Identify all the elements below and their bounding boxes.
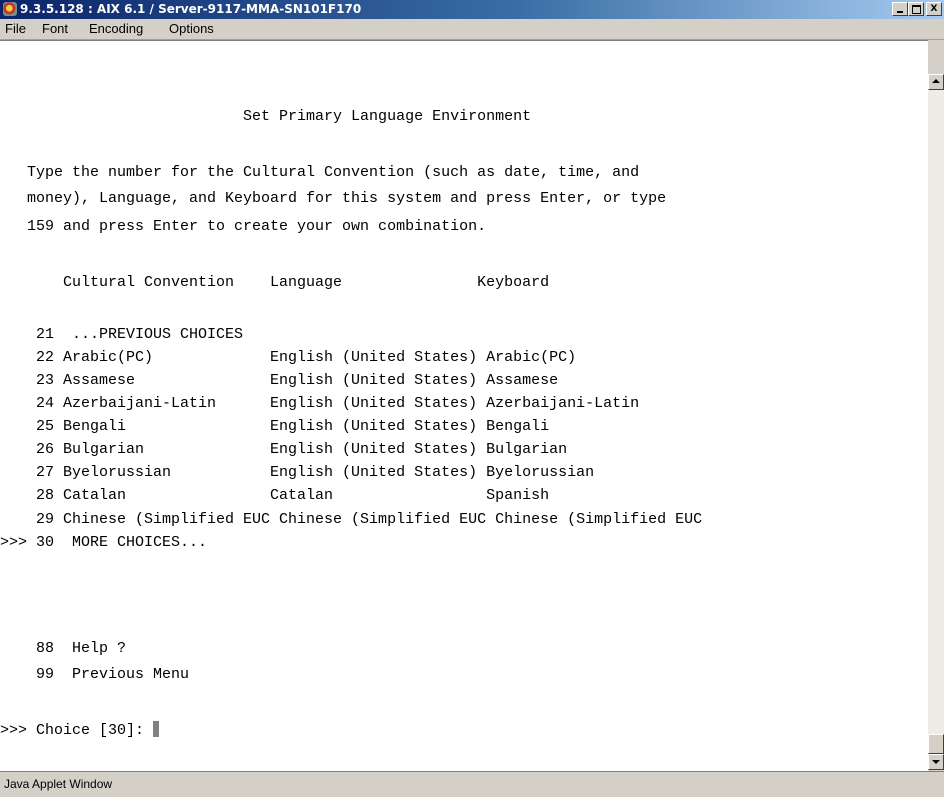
choice-row: 21 ...PREVIOUS CHOICES [0,326,244,343]
choice-prompt-line[interactable]: >>> Choice [30]: [0,721,160,741]
text-cursor [153,721,160,737]
menu-font[interactable]: Font [42,21,68,37]
choice-prompt: >>> Choice [30]: [0,722,154,739]
previous-menu-option: 99 Previous Menu [0,666,190,683]
minimize-icon [897,11,903,13]
choice-row: 23 Assamese English (United States) Assa… [0,372,559,389]
vertical-scrollbar[interactable] [928,74,944,770]
window-title: 9.3.5.128 : AIX 6.1 / Server-9117-MMA-SN… [20,2,362,16]
choice-row: 26 Bulgarian English (United States) Bul… [0,441,568,458]
status-bar: Java Applet Window [0,771,944,797]
menu-bar: File Font Encoding Options [0,19,944,40]
choice-row: 29 Chinese (Simplified EUC Chinese (Simp… [0,511,703,528]
menu-encoding[interactable]: Encoding [89,21,143,37]
menu-options[interactable]: Options [169,21,214,37]
maximize-icon [912,5,921,14]
title-bar[interactable]: 9.3.5.128 : AIX 6.1 / Server-9117-MMA-SN… [0,0,944,19]
screen-title: Set Primary Language Environment [0,108,532,125]
scroll-thumb[interactable] [928,734,944,754]
choice-row-selected: >>> 30 MORE CHOICES... [0,534,208,551]
minimize-button[interactable] [892,2,908,16]
java-app-icon [3,2,17,16]
choice-row: 25 Bengali English (United States) Benga… [0,418,550,435]
close-button[interactable]: X [926,2,942,16]
instruction-line: Type the number for the Cultural Convent… [0,164,640,181]
terminal-screen[interactable]: Set Primary Language Environment Type th… [0,40,928,771]
choice-row: 24 Azerbaijani-Latin English (United Sta… [0,395,640,412]
choice-row: 28 Catalan Catalan Spanish [0,487,550,504]
choice-row: 22 Arabic(PC) English (United States) Ar… [0,349,577,366]
close-icon: X [930,4,938,14]
menu-file[interactable]: File [5,21,26,37]
instruction-line: money), Language, and Keyboard for this … [0,190,667,207]
help-option: 88 Help ? [0,640,127,657]
instruction-line: 159 and press Enter to create your own c… [0,218,487,235]
column-headers: Cultural Convention Language Keyboard [0,274,550,291]
arrow-up-icon [932,79,940,83]
maximize-button[interactable] [908,2,924,16]
status-text: Java Applet Window [4,777,113,791]
choice-row: 27 Byelorussian English (United States) … [0,464,595,481]
arrow-down-icon [932,760,940,764]
scroll-down-button[interactable] [928,754,944,770]
scroll-up-button[interactable] [928,74,944,90]
